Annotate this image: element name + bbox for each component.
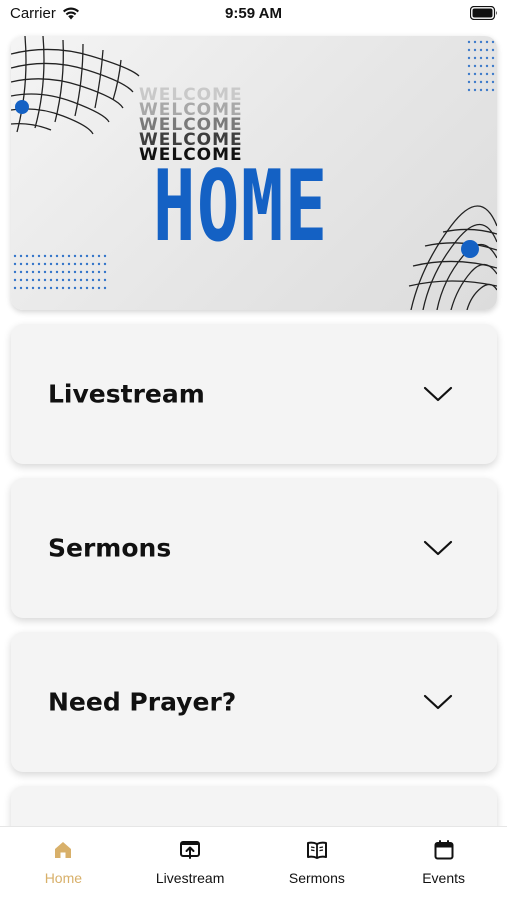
- home-banner: WELCOME WELCOME WELCOME WELCOME WELCOME …: [11, 36, 497, 310]
- chevron-down-icon[interactable]: [423, 539, 453, 557]
- section-title: Need Prayer?: [48, 687, 237, 717]
- tab-bar: Home Livestream Sermons Events: [0, 826, 507, 900]
- tab-sermons[interactable]: Sermons: [254, 827, 381, 900]
- book-icon: [306, 841, 327, 859]
- tab-home[interactable]: Home: [0, 827, 127, 900]
- calendar-icon: [434, 840, 454, 860]
- section-livestream[interactable]: Livestream: [11, 324, 497, 464]
- tab-label: Livestream: [155, 870, 225, 886]
- section-need-prayer[interactable]: Need Prayer?: [11, 632, 497, 772]
- section-title: Livestream: [48, 379, 205, 409]
- section-title: Sermons: [48, 533, 172, 563]
- tab-livestream[interactable]: Livestream: [127, 827, 254, 900]
- status-time: 9:59 AM: [225, 5, 282, 22]
- section-sermons[interactable]: Sermons: [11, 478, 497, 618]
- tab-label: Sermons: [288, 870, 345, 886]
- battery-icon: [470, 6, 497, 20]
- banner-title: HOME: [153, 150, 329, 264]
- tab-label: Events: [422, 870, 466, 886]
- status-bar: Carrier 9:59 AM: [0, 0, 507, 30]
- livestream-icon: [180, 841, 201, 859]
- chevron-down-icon[interactable]: [423, 693, 453, 711]
- chevron-down-icon[interactable]: [423, 385, 453, 403]
- home-icon: [55, 842, 72, 858]
- tab-events[interactable]: Events: [380, 827, 507, 900]
- tab-label: Home: [44, 870, 83, 886]
